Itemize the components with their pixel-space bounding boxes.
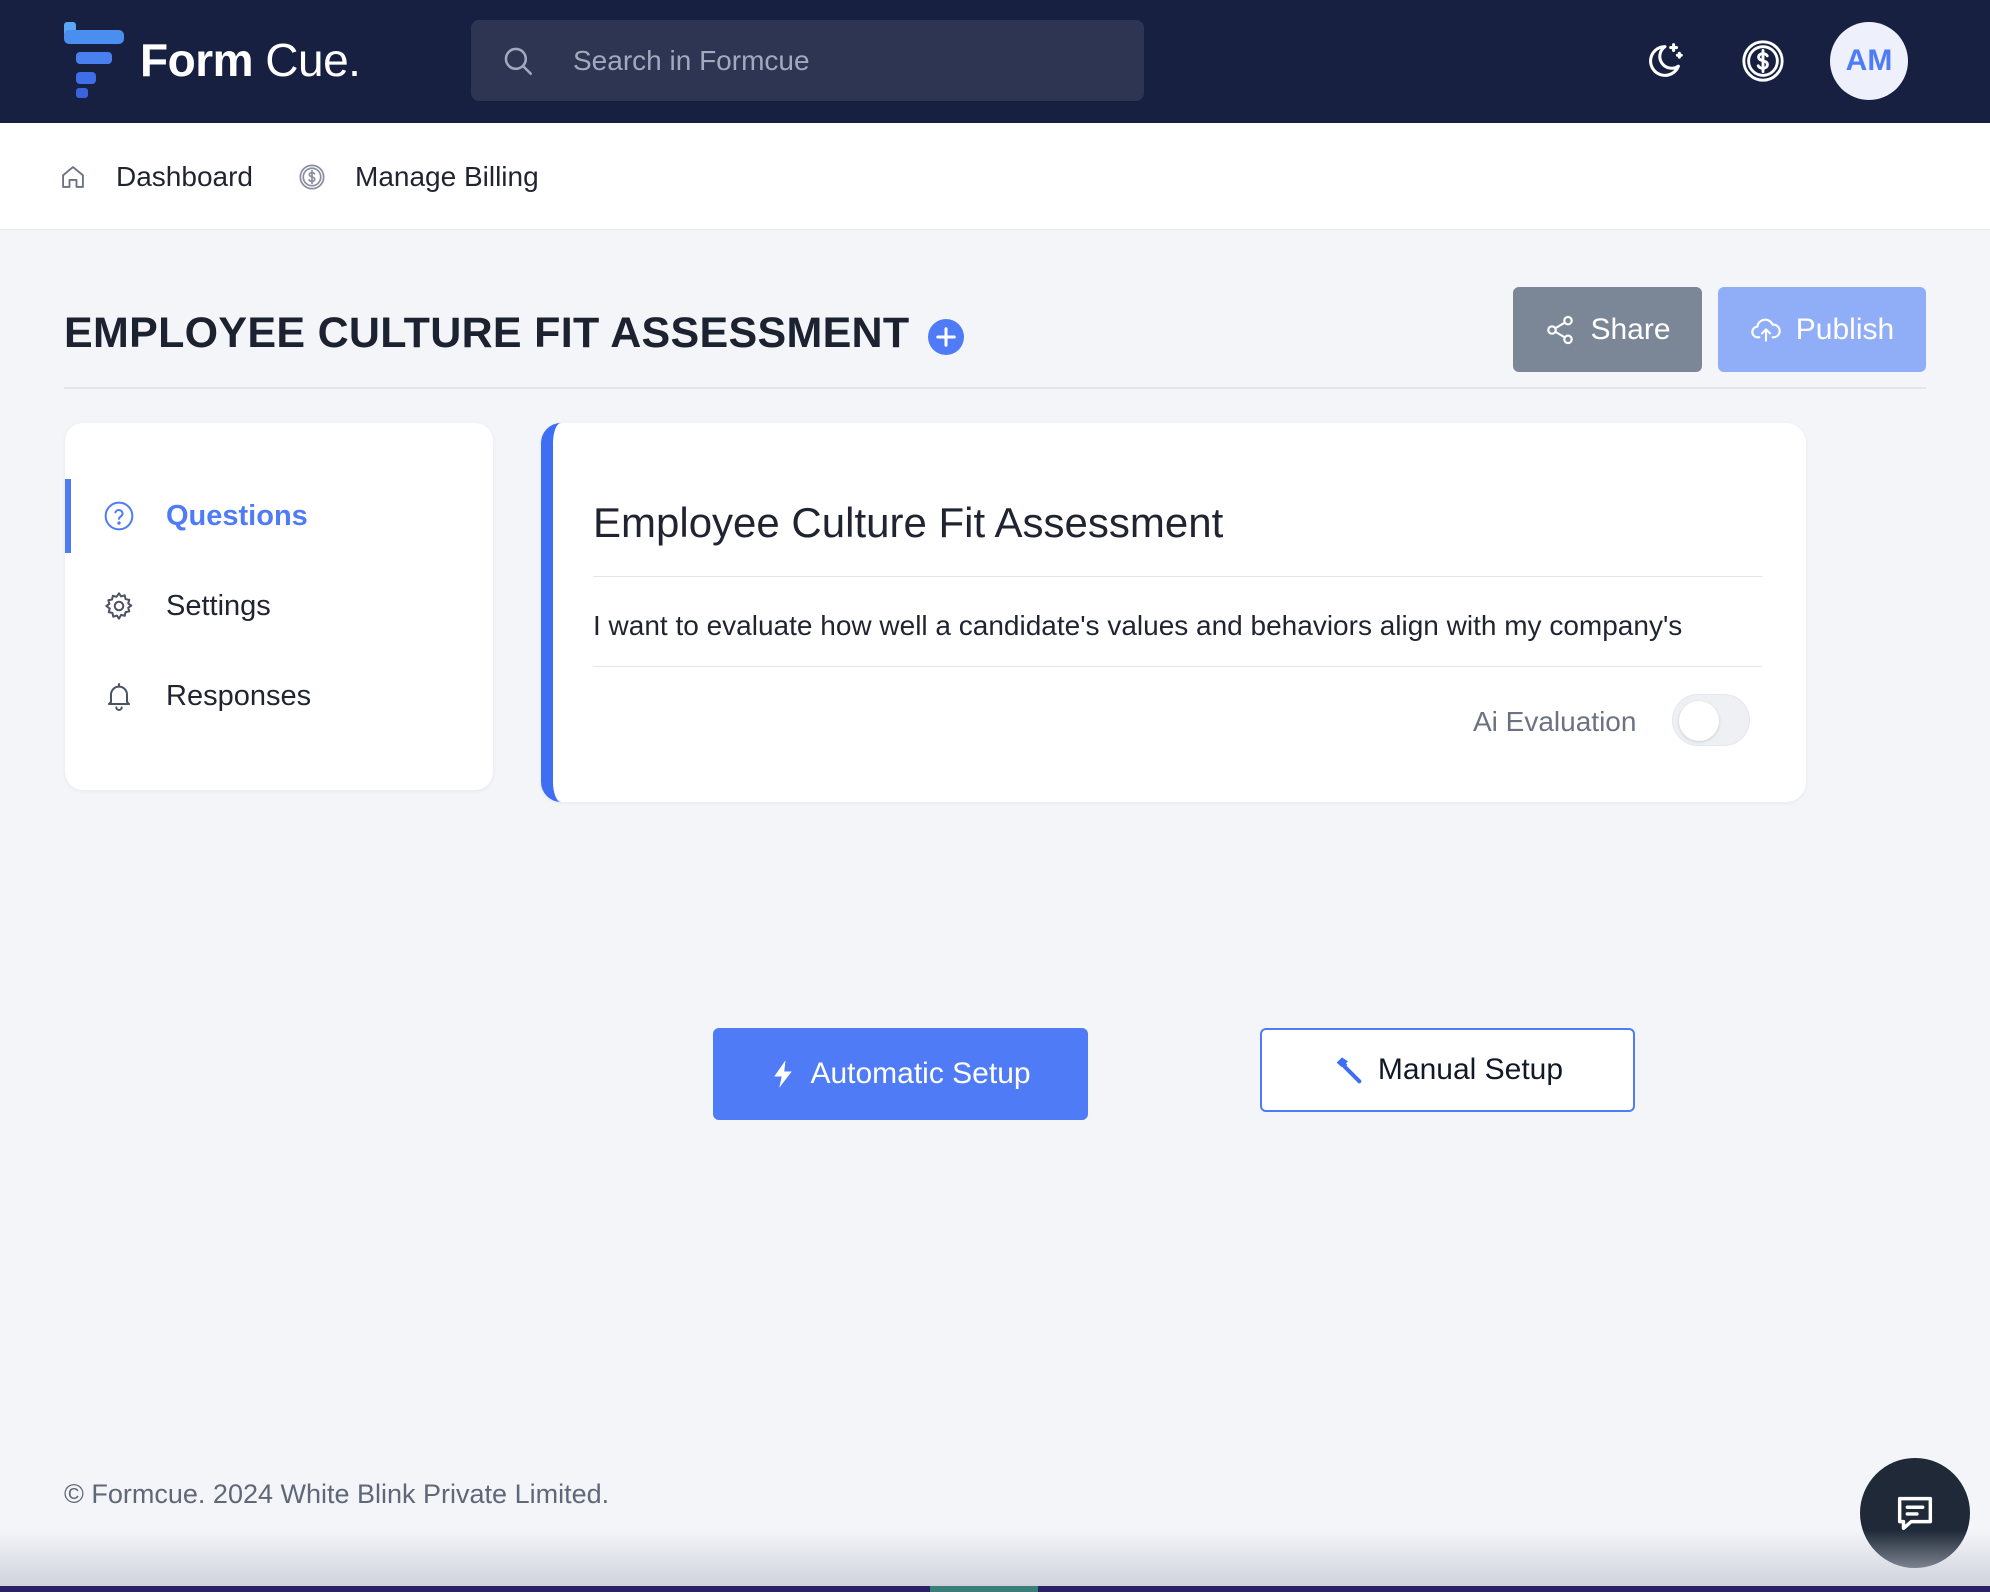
breadcrumb-dashboard[interactable]: Dashboard [59,159,253,195]
manual-setup-label: Manual Setup [1377,1053,1564,1086]
share-button[interactable]: Share [1513,287,1702,372]
question-circle-icon [104,501,134,531]
footer-copyright: © Formcue. 2024 White Blink Private Limi… [64,1479,610,1509]
search-icon [504,47,533,76]
ai-evaluation-toggle[interactable] [1672,694,1750,746]
manual-setup-button[interactable]: Manual Setup [1260,1028,1635,1112]
breadcrumb-dashboard-label: Dashboard [116,161,253,192]
sidebar-item-label: Settings [166,589,271,622]
form-title[interactable]: Employee Culture Fit Assessment [593,499,1223,547]
share-icon [1547,315,1574,344]
sidebar-item-responses[interactable]: Responses [65,659,493,733]
automatic-setup-button[interactable]: Automatic Setup [713,1028,1088,1120]
search-bar[interactable] [471,20,1144,101]
publish-label: Publish [1795,312,1895,346]
sidebar-item-label: Questions [166,499,308,532]
hammer-icon [1336,1057,1362,1084]
publish-button[interactable]: Publish [1718,287,1926,372]
breadcrumb: Dashboard Manage Billing [0,123,1990,230]
breadcrumb-manage-billing[interactable]: Manage Billing [298,159,539,195]
form-sidebar: Questions Settings Responses [65,423,493,790]
formcue-logo[interactable]: Form Cue. [62,20,361,100]
form-description[interactable]: I want to evaluate how well a candidate'… [593,610,1762,642]
home-icon [62,166,84,188]
logo-mark-icon [64,22,124,98]
cloud-upload-icon [1751,318,1781,342]
share-label: Share [1590,312,1671,346]
sidebar-item-label: Responses [166,679,312,712]
logo-wordmark: Form Cue. [140,34,361,86]
dollar-coin-icon[interactable] [1740,38,1786,84]
sidebar-item-questions[interactable]: Questions [65,479,493,553]
add-circle-icon[interactable] [928,319,964,355]
bell-icon [108,683,130,711]
top-navbar: Form Cue. AM [0,0,1990,123]
taskbar-accent [930,1586,1038,1592]
automatic-setup-label: Automatic Setup [810,1057,1031,1090]
ai-evaluation-label: Ai Evaluation [1473,706,1637,737]
form-header-card: Employee Culture Fit Assessment I want t… [541,423,1806,802]
gear-icon [105,592,133,620]
toggle-knob [1679,701,1719,741]
title-divider [64,387,1926,389]
bottom-fade [0,1530,1990,1592]
active-indicator [65,479,71,553]
description-underline [593,666,1762,667]
page-title: EMPLOYEE CULTURE FIT ASSESSMENT [64,309,910,357]
breadcrumb-manage-billing-label: Manage Billing [355,161,539,192]
lightning-bolt-icon [774,1060,793,1088]
dollar-coin-icon [299,164,325,190]
sidebar-item-settings[interactable]: Settings [65,569,493,643]
moon-stars-icon[interactable] [1641,38,1687,84]
user-avatar[interactable]: AM [1830,22,1908,100]
title-underline [593,576,1762,577]
search-input[interactable] [573,20,1113,101]
